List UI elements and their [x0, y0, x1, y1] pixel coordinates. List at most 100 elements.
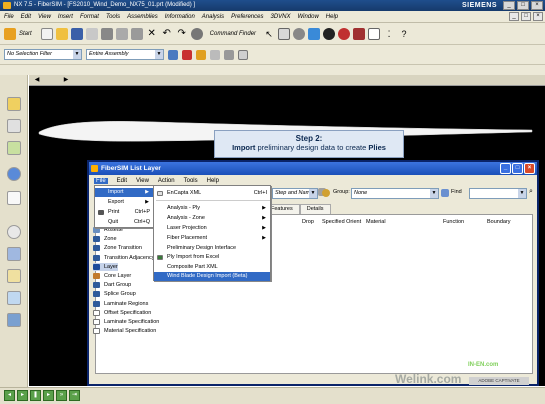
import-menu-item[interactable]: Analysis - Zone ▶ [154, 214, 270, 223]
col-function[interactable]: Function [443, 219, 464, 225]
tree-item[interactable]: Dart Group [93, 281, 131, 289]
roles-icon[interactable] [7, 291, 21, 305]
col-boundary[interactable]: Boundary [487, 219, 511, 225]
command-finder-icon[interactable] [190, 27, 203, 40]
end-button[interactable]: ⇥ [69, 390, 80, 401]
hide-show-icon[interactable] [338, 27, 351, 40]
tree-item[interactable]: Zone [93, 235, 117, 243]
endpoint-icon[interactable] [196, 49, 206, 60]
import-menu-item[interactable]: EnCapta XML Ctrl+I [154, 189, 270, 198]
rewind-button[interactable]: ◂ [4, 390, 15, 401]
menu-3dvnx[interactable]: 3DVNX [270, 14, 290, 20]
box-select-icon[interactable] [238, 49, 248, 60]
import-menu-item[interactable]: Composite Part XML [154, 263, 270, 272]
col-specified-orient[interactable]: Specified Orient [322, 219, 361, 225]
menu-tools[interactable]: Tools [106, 14, 120, 20]
menu-format[interactable]: Format [80, 14, 99, 20]
snap-point-icon[interactable] [182, 49, 192, 60]
play-button[interactable]: ▸ [17, 390, 28, 401]
fs-menu-help[interactable]: Help [207, 178, 219, 184]
close-button[interactable]: × [531, 1, 543, 10]
next-slide-button[interactable]: ▸ [43, 390, 54, 401]
menu-information[interactable]: Information [165, 14, 195, 20]
reuse-library-icon[interactable] [7, 141, 21, 155]
clock-icon[interactable] [7, 225, 21, 239]
tree-item[interactable]: Transition Adjacency [93, 254, 155, 262]
menu-analysis[interactable]: Analysis [202, 14, 224, 20]
fibersim-close-button[interactable]: × [524, 163, 535, 174]
tree-item[interactable]: Splice Group [93, 290, 136, 298]
tree-item[interactable]: Laminate Specification [93, 318, 159, 326]
control-point-icon[interactable] [224, 49, 234, 60]
part-navigator-icon[interactable] [7, 119, 21, 133]
import-menu-item[interactable]: Wind Blade Design Import (Beta) [154, 272, 270, 281]
group-combo[interactable]: None ▼ [351, 188, 439, 199]
minimize-button[interactable]: _ [503, 1, 515, 10]
copy-icon[interactable] [115, 27, 128, 40]
chevron-down-icon[interactable]: ▼ [518, 189, 526, 198]
file-menu-item[interactable]: Print Ctrl+P [95, 208, 153, 217]
chevron-down-icon[interactable]: ▼ [155, 50, 163, 59]
search-icon[interactable]: ⌕ [529, 188, 533, 196]
import-menu-item[interactable]: Laser Projection ▶ [154, 224, 270, 233]
print-icon[interactable] [85, 27, 98, 40]
menu-insert[interactable]: Insert [58, 14, 73, 20]
web-browser-icon[interactable] [7, 167, 21, 181]
sort-combo[interactable]: Step and Name ▼ [272, 188, 318, 199]
start-button[interactable]: Start [19, 31, 32, 37]
fs-menu-file[interactable]: File [94, 177, 108, 184]
file-menu-item[interactable]: Export ▶ [95, 198, 153, 207]
menu-window[interactable]: Window [298, 14, 319, 20]
import-menu-item[interactable]: Preliminary Design Interface [154, 244, 270, 253]
work-layer-icon[interactable] [368, 27, 381, 40]
file-menu-item[interactable]: Quit Ctrl+Q [95, 218, 153, 227]
tab-details[interactable]: Details [299, 204, 331, 214]
menu-file[interactable]: File [4, 14, 14, 20]
undo-icon[interactable]: ↶ [161, 28, 173, 40]
find-input[interactable]: ▼ [469, 188, 527, 199]
import-menu-item[interactable]: Fiber Placement ▶ [154, 234, 270, 243]
fs-menu-tools[interactable]: Tools [184, 178, 198, 184]
import-menu-item[interactable]: Analysis - Ply ▶ [154, 204, 270, 213]
tree-item[interactable]: Offset Specification [93, 309, 151, 317]
shaded-icon[interactable] [323, 27, 336, 40]
col-material[interactable]: Material [366, 219, 386, 225]
cut-icon[interactable] [100, 27, 113, 40]
tree-item[interactable]: Laminate Regions [93, 300, 148, 308]
open-icon[interactable] [55, 27, 68, 40]
paste-icon[interactable] [130, 27, 143, 40]
tree-item[interactable]: Zone Transition [93, 244, 142, 252]
menu-help[interactable]: Help [326, 14, 338, 20]
process-studio-icon[interactable] [7, 269, 21, 283]
doc-restore-button[interactable]: □ [521, 12, 531, 21]
system-scenes-icon[interactable] [7, 313, 21, 327]
select-icon[interactable] [168, 49, 178, 60]
chevron-down-icon[interactable]: ▼ [430, 189, 438, 198]
orient-view-icon[interactable] [293, 27, 306, 40]
delete-icon[interactable]: ✕ [146, 28, 158, 40]
pause-button[interactable]: ❚ [30, 390, 41, 401]
chevron-right-icon[interactable]: ▶ [62, 76, 70, 84]
save-icon[interactable] [70, 27, 83, 40]
doc-minimize-button[interactable]: _ [509, 12, 519, 21]
tree-item[interactable]: Material Specification [93, 327, 156, 335]
fs-menu-view[interactable]: View [136, 178, 149, 184]
layer-icon[interactable] [353, 27, 366, 40]
tree-item[interactable]: Core Layer [93, 272, 131, 280]
selection-filter-combo[interactable]: No Selection Filter ▼ [4, 49, 82, 60]
file-menu-item[interactable]: Import ▶ [95, 188, 153, 197]
chevron-down-icon[interactable]: ▼ [73, 50, 81, 59]
fs-menu-action[interactable]: Action [158, 178, 175, 184]
col-drop[interactable]: Drop [302, 219, 314, 225]
assembly-scope-combo[interactable]: Entire Assembly ▼ [86, 49, 164, 60]
system-materials-icon[interactable] [7, 247, 21, 261]
fibersim-minimize-button[interactable]: _ [500, 163, 511, 174]
menu-preferences[interactable]: Preferences [231, 14, 263, 20]
fit-view-icon[interactable] [278, 27, 291, 40]
pointer-icon[interactable]: ↖ [263, 28, 275, 40]
command-finder-button[interactable]: Command Finder [210, 31, 256, 37]
start-icon[interactable] [4, 27, 16, 40]
menu-view[interactable]: View [38, 14, 51, 20]
menu-assemblies[interactable]: Assemblies [127, 14, 158, 20]
doc-close-button[interactable]: × [533, 12, 543, 21]
